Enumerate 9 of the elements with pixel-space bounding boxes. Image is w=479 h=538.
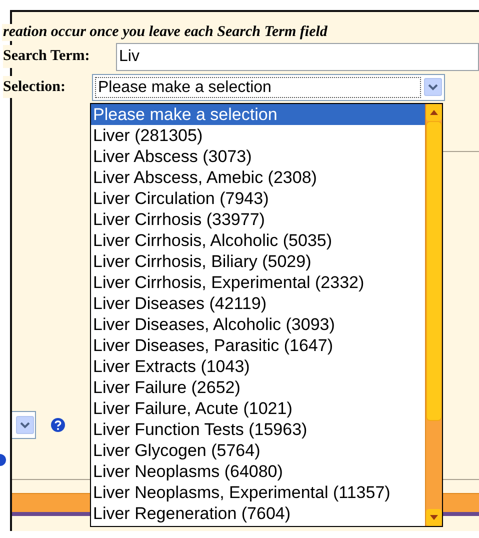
- scrollbar[interactable]: [425, 104, 442, 526]
- scroll-down-icon[interactable]: [426, 509, 442, 526]
- search-term-field[interactable]: Liv: [116, 42, 479, 70]
- filter-dropdown[interactable]: [12, 411, 36, 439]
- selection-dropdown[interactable]: Please make a selection: [92, 74, 445, 100]
- scroll-thumb[interactable]: [426, 121, 442, 421]
- dropdown-option[interactable]: Please make a selection: [91, 104, 425, 125]
- instruction-text: reation occur once you leave each Search Term field: [2, 24, 328, 41]
- scroll-up-icon[interactable]: [426, 104, 442, 121]
